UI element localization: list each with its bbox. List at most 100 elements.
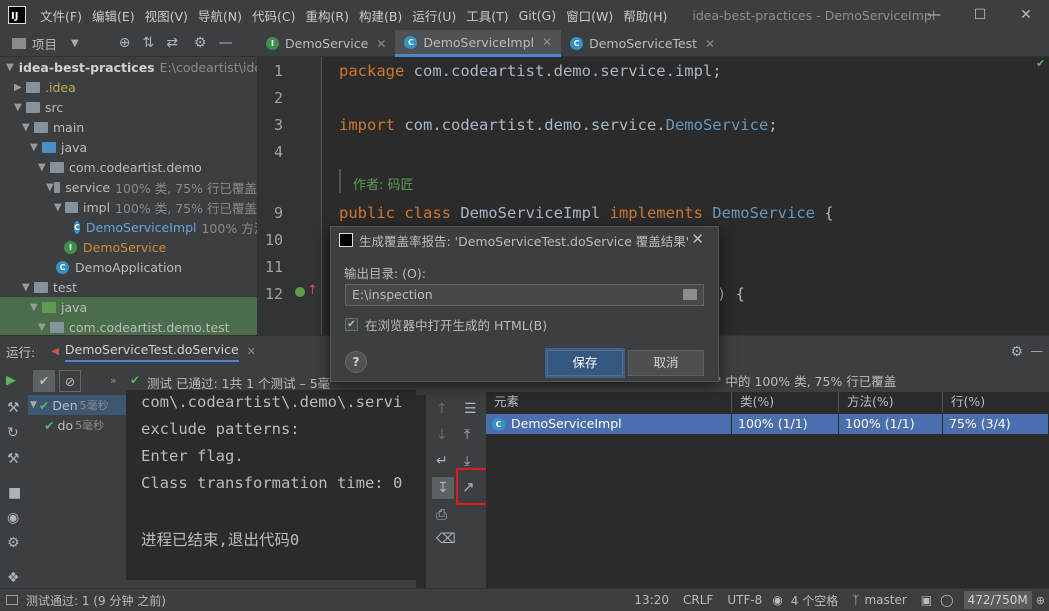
expand-icon[interactable]: » (110, 374, 117, 387)
rerun-failed-icon[interactable]: ↻ (7, 425, 19, 441)
menu-help[interactable]: 帮助(H) (618, 6, 672, 25)
tree-item-interface[interactable]: I DemoService (0, 237, 257, 257)
minimize-icon[interactable]: — (911, 0, 957, 30)
output-dir-field[interactable]: E:\inspection (345, 284, 704, 306)
chevron-down-icon[interactable]: ▼ (71, 38, 79, 49)
menu-code[interactable]: 代码(C) (247, 6, 300, 25)
git-branch[interactable]: master (864, 593, 906, 607)
close-tab-icon[interactable]: ✕ (705, 37, 715, 51)
stop-icon[interactable]: ■ (8, 485, 21, 501)
tool-window-icon[interactable] (6, 595, 18, 605)
menu-run[interactable]: 运行(U) (407, 6, 461, 25)
table-row[interactable]: C DemoServiceImpl (486, 414, 732, 434)
scroll-to-end-icon[interactable]: ↧ (432, 477, 454, 499)
tree-item-idea[interactable]: ▶ .idea (0, 77, 257, 97)
tree-item-test[interactable]: ▼ test (0, 277, 257, 297)
chevron-down-icon[interactable]: ▼ (38, 322, 50, 333)
chevron-down-icon[interactable]: ▼ (46, 182, 54, 193)
close-tab-icon[interactable]: ✕ (247, 345, 256, 358)
tree-item-src[interactable]: ▼ src (0, 97, 257, 117)
file-encoding[interactable]: UTF-8 (727, 593, 762, 607)
trash-icon[interactable]: ⌫ (436, 531, 456, 547)
chevron-down-icon[interactable]: ▼ (22, 122, 34, 133)
chevron-down-icon[interactable]: ▼ (14, 102, 26, 113)
maximize-icon[interactable]: ☐ (957, 0, 1003, 30)
eye-icon[interactable]: ◉ (772, 593, 782, 607)
tree-item-test-package[interactable]: ▼ com.codeartist.demo.test (0, 317, 257, 335)
gear-icon[interactable]: ⚙ (1010, 344, 1023, 360)
debug-icon[interactable]: ⚒ (7, 400, 20, 416)
show-passed-icon[interactable]: ✔ (33, 370, 55, 392)
menu-view[interactable]: 视图(V) (140, 6, 193, 25)
close-icon[interactable]: ✕ (691, 230, 704, 248)
locate-icon[interactable]: ⊕ (119, 35, 131, 51)
cancel-button[interactable]: 取消 (628, 350, 704, 376)
test-item[interactable]: ▼ ✔ Den 5毫秒 (28, 395, 126, 415)
hide-icon[interactable]: — (1031, 343, 1044, 358)
flatten-packages-icon[interactable]: ☰ (464, 401, 477, 417)
close-icon[interactable]: ✕ (1003, 0, 1049, 30)
column-header[interactable]: 行(%) (943, 392, 1049, 412)
horizontal-scrollbar[interactable] (126, 580, 416, 588)
line-separator[interactable]: CRLF (683, 593, 713, 607)
settings-icon[interactable]: ⚙ (7, 535, 20, 551)
chevron-down-icon[interactable]: ▼ (30, 142, 42, 153)
inspection-icon[interactable]: ◯ (940, 593, 953, 607)
tree-item-main[interactable]: ▼ main (0, 117, 257, 137)
up-arrow-icon[interactable]: ↑ (436, 401, 448, 417)
menu-navigate[interactable]: 导航(N) (193, 6, 247, 25)
tree-item-root[interactable]: ▼ idea-best-practices E:\codeartist\ide (0, 57, 257, 77)
help-button[interactable]: ? (345, 351, 367, 373)
open-in-browser-checkbox[interactable]: ✔ 在浏览器中打开生成的 HTML(B) (345, 315, 547, 334)
menu-file[interactable]: 文件(F) (35, 6, 87, 25)
menu-tools[interactable]: 工具(T) (461, 6, 513, 25)
export-icon[interactable]: ⤓ (464, 453, 470, 469)
no-problems-check-icon[interactable]: ✔ (1036, 57, 1045, 70)
column-header[interactable]: 元素 (486, 392, 732, 412)
menu-refactor[interactable]: 重构(R) (301, 6, 354, 25)
browse-folder-icon[interactable] (683, 289, 697, 300)
tree-item-package[interactable]: ▼ com.codeartist.demo (0, 157, 257, 177)
menu-window[interactable]: 窗口(W) (561, 6, 618, 25)
column-header[interactable]: 类(%) (732, 392, 839, 412)
status-message[interactable]: 测试通过: 1 (9 分钟 之前) (26, 592, 166, 609)
gear-icon[interactable]: ⚙ (194, 35, 207, 51)
chevron-right-icon[interactable]: ▶ (14, 82, 26, 93)
pin-icon[interactable]: ❖ (7, 570, 20, 586)
hide-icon[interactable]: — (218, 35, 232, 51)
tree-item-application[interactable]: C DemoApplication (0, 257, 257, 277)
soft-wrap-icon[interactable]: ↵ (436, 453, 448, 469)
show-ignored-icon[interactable]: ⊘ (59, 370, 81, 392)
import-icon[interactable]: ⤒ (464, 427, 470, 443)
project-view-label[interactable]: 项目 (32, 34, 57, 53)
test-item[interactable]: ✔ do 5毫秒 (44, 415, 104, 435)
chevron-down-icon[interactable]: ▼ (30, 302, 42, 313)
chevron-down-icon[interactable]: ▼ (22, 282, 34, 293)
menu-build[interactable]: 构建(B) (354, 6, 407, 25)
tree-item-impl-class[interactable]: C DemoServiceImpl 100% 方法 (0, 217, 257, 237)
chevron-down-icon[interactable]: ▼ (54, 202, 65, 213)
tree-item-service[interactable]: ▼ service 100% 类, 75% 行已覆盖 (0, 177, 257, 197)
save-button[interactable]: 保存 (547, 350, 623, 376)
close-tab-icon[interactable]: ✕ (376, 37, 386, 51)
caret-position[interactable]: 13:20 (634, 593, 669, 607)
menu-git[interactable]: Git(G) (514, 8, 562, 23)
run-config-tab[interactable]: DemoServiceTest.doService (64, 342, 239, 362)
tree-item-test-java[interactable]: ▼ java (0, 297, 257, 317)
tab-demoservicetest[interactable]: C DemoServiceTest ✕ (561, 30, 724, 57)
console-output[interactable]: com\.codeartist\.demo\.servi exclude pat… (126, 390, 416, 588)
print-icon[interactable]: ⎙ (436, 507, 447, 523)
memory-indicator[interactable]: 472/750M (963, 591, 1032, 609)
checkbox-check-icon[interactable]: ✔ (345, 318, 358, 331)
collapse-all-icon[interactable]: ⇄ (166, 35, 178, 51)
chevron-icon[interactable]: ⊕ (1036, 594, 1045, 607)
chevron-down-icon[interactable]: ▼ (38, 162, 50, 173)
indent-setting[interactable]: 4 个空格 (791, 592, 838, 609)
lock-icon[interactable]: ▣ (921, 593, 932, 607)
tab-demoserviceimpl[interactable]: C DemoServiceImpl ✕ (395, 30, 562, 57)
camera-icon[interactable]: ◉ (7, 510, 19, 526)
override-arrow-icon[interactable]: ↑ (307, 283, 318, 298)
wrench-icon[interactable]: ⚒ (7, 451, 20, 467)
implements-gutter-icon[interactable] (295, 287, 305, 297)
chevron-down-icon[interactable]: ▼ (6, 62, 14, 73)
